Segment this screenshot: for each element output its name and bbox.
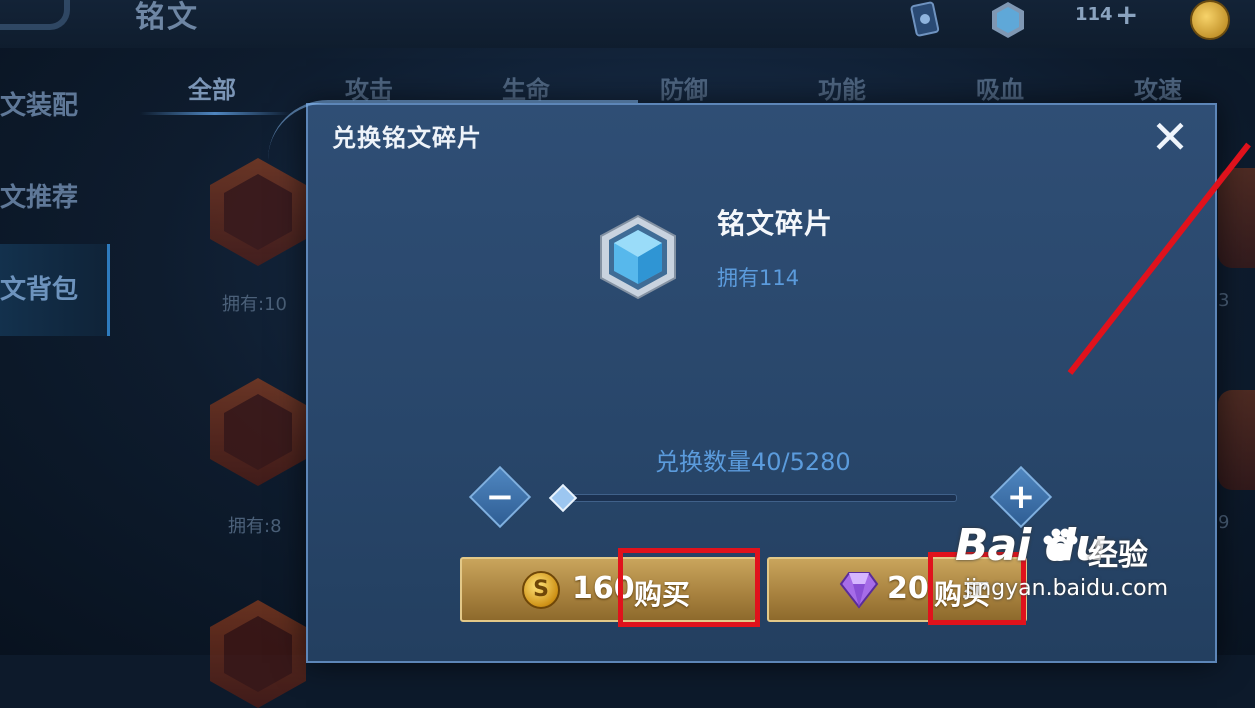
fragment-count: 114 [1075,4,1113,25]
sidebar-item-loadout[interactable]: 文装配 [0,60,110,152]
item-owned-count: 拥有114 [717,266,800,290]
sidebar-item-recommend[interactable]: 文推荐 [0,152,110,244]
gold-coin-icon [1190,0,1230,40]
top-bar: 铭文 114 + [0,0,1255,48]
minus-icon[interactable]: − [480,477,520,517]
gem-icon [839,572,879,609]
exchange-dialog [306,103,1217,663]
close-icon[interactable]: ✕ [1146,113,1194,161]
sidebar-item-backpack[interactable]: 文背包 [0,244,110,336]
item-name: 铭文碎片 [717,207,834,240]
card-icon[interactable] [905,0,945,40]
fragment-icon [992,2,1024,38]
rune-owned-count: 拥有:10 [222,294,287,315]
sidebar: 文装配 文推荐 文背包 [0,60,110,336]
fragment-icon [600,214,676,300]
tab-defense[interactable]: 防御 [660,70,708,105]
gem-price: 20 [887,571,929,606]
add-fragment-button[interactable]: + [1115,0,1138,31]
tab-all[interactable]: 全部 [188,70,236,105]
back-arrow-icon[interactable] [0,0,70,30]
tab-underline [140,112,290,115]
dialog-title: 兑换铭文碎片 [332,124,482,152]
rune-icon[interactable] [1218,168,1255,268]
rune-owned-count: 3 [1218,290,1230,311]
rune-owned-count: 9 [1218,512,1230,533]
plus-icon[interactable]: + [1001,477,1041,517]
tab-utility[interactable]: 功能 [818,70,866,105]
buy-with-gem-button[interactable]: 20 购买 [767,557,1027,622]
gold-price: 160 [572,571,635,606]
gold-coin-icon: S [522,571,560,609]
buy-label: 购买 [634,578,691,611]
buy-with-gold-button[interactable]: S 160 购买 [460,557,757,622]
tab-attack-speed[interactable]: 攻速 [1134,70,1182,105]
buy-label: 购买 [934,578,991,611]
quantity-slider-track[interactable] [565,494,957,502]
tab-lifesteal[interactable]: 吸血 [976,70,1024,105]
page-title: 铭文 [135,0,199,35]
rune-icon[interactable] [1218,390,1255,490]
exchange-quantity-label: 兑换数量40/5280 [655,448,851,476]
rune-owned-count: 拥有:8 [228,516,282,537]
